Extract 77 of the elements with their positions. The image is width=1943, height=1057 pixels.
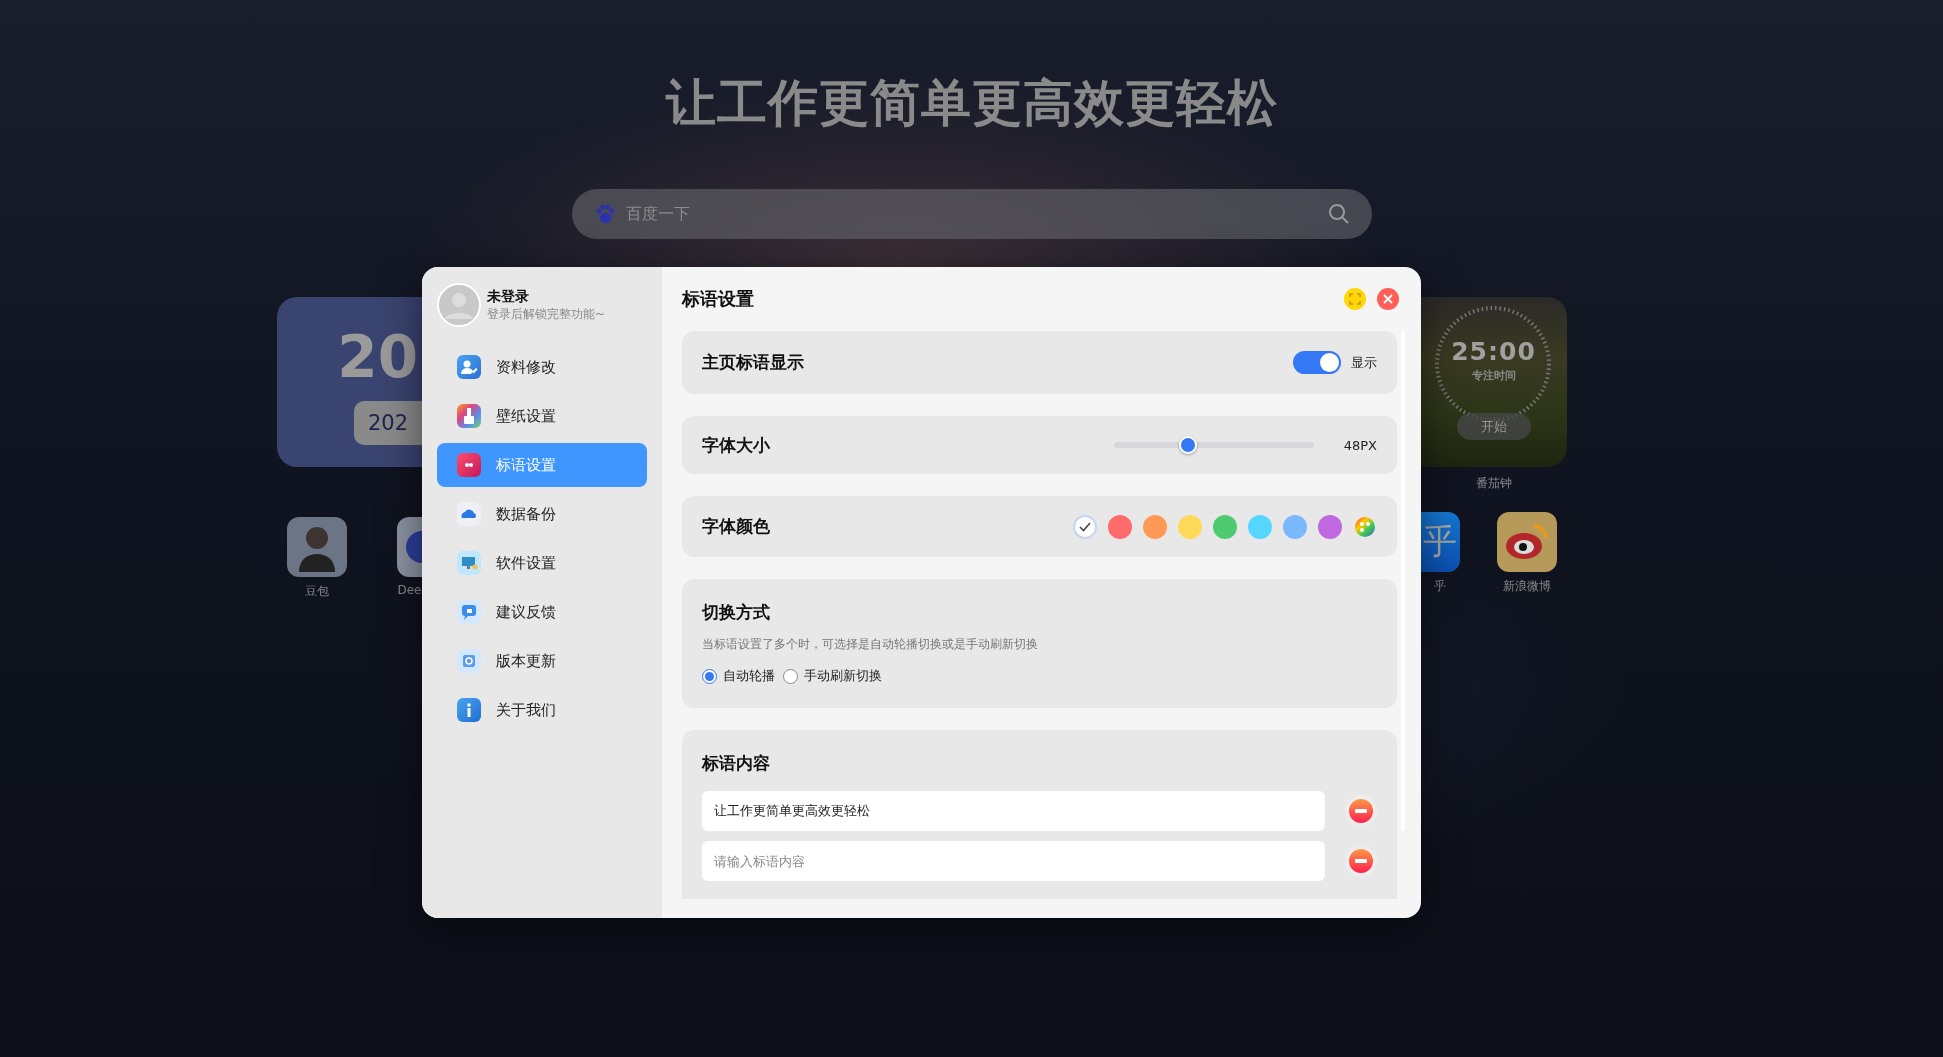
color-swatch[interactable]: [1108, 514, 1132, 539]
person-silhouette-icon[interactable]: [287, 517, 347, 577]
color-swatch[interactable]: [1318, 514, 1342, 539]
setting-title: 切换方式: [702, 601, 771, 624]
menu-item[interactable]: 软件设置: [437, 541, 647, 585]
brush-icon: [457, 404, 481, 428]
menu-label: 资料修改: [496, 357, 556, 377]
menu-label: 数据备份: [496, 504, 556, 524]
setting-title: 标语内容: [702, 752, 771, 775]
radio-option[interactable]: 手动刷新切换: [783, 667, 882, 685]
app-label: 乎: [1434, 578, 1446, 595]
start-button[interactable]: 开始: [1456, 413, 1531, 440]
app-label: Dee: [397, 583, 422, 597]
app-icon-text: 乎: [1423, 520, 1457, 563]
headline: 让工作更简单更高效更轻松: [665, 73, 1278, 134]
menu-item[interactable]: 数据备份: [437, 492, 647, 536]
radio-option[interactable]: 自动轮播: [702, 667, 775, 685]
monitor-icon: [457, 551, 481, 575]
radio-button[interactable]: [783, 668, 798, 684]
menu-item[interactable]: 壁纸设置: [437, 394, 647, 438]
menu-label: 壁纸设置: [496, 406, 556, 426]
widget-label: 番茄钟: [1474, 475, 1513, 492]
timer-text: 25:00: [1451, 337, 1536, 366]
slider-value: 48PX: [1343, 437, 1377, 453]
avatar-icon[interactable]: [437, 283, 481, 327]
setting-description: 当标语设置了多个时，可选择是自动轮播切换或是手动刷新切换: [702, 636, 1039, 653]
check-icon: [1079, 521, 1091, 532]
toggle-switch[interactable]: [1293, 351, 1341, 374]
slider-thumb[interactable]: [1178, 436, 1197, 454]
cloud-icon: [457, 502, 481, 526]
toggle-label: 显示: [1351, 353, 1377, 372]
panel-title: 标语设置: [682, 287, 754, 311]
menu-item[interactable]: 资料修改: [437, 345, 647, 389]
color-swatch[interactable]: [1283, 514, 1307, 539]
color-palette-icon[interactable]: [1353, 514, 1377, 539]
remove-button[interactable]: [1345, 845, 1377, 877]
pomodoro-widget[interactable]: 25:00 专注时间 开始: [1420, 297, 1567, 467]
color-swatch[interactable]: [1248, 514, 1272, 539]
calendar-date: 202: [354, 401, 422, 445]
app-label: 新浪微博: [1503, 578, 1551, 595]
input-field[interactable]: 让工作更简单更高效更轻松: [702, 791, 1326, 831]
setting-title: 字体颜色: [702, 515, 770, 538]
calendar-widget[interactable]: 20 202: [277, 297, 422, 467]
menu-label: 版本更新: [496, 651, 556, 671]
info-icon: [457, 698, 481, 722]
color-swatch[interactable]: [1178, 514, 1202, 539]
app-label: 豆包: [305, 583, 329, 600]
radio-label: 手动刷新切换: [804, 667, 882, 685]
menu-item[interactable]: 关于我们: [437, 688, 647, 732]
fullscreen-icon: [1349, 293, 1361, 305]
radio-label: 自动轮播: [723, 667, 775, 685]
user-name: 未登录: [487, 287, 530, 306]
eye-logo-icon[interactable]: [1497, 512, 1557, 572]
color-swatch[interactable]: [1213, 514, 1237, 539]
close-button[interactable]: [1377, 288, 1399, 310]
timer-caption: 专注时间: [1471, 368, 1516, 383]
close-icon: [1383, 294, 1393, 304]
app-icon[interactable]: [397, 517, 422, 577]
calendar-year: 20: [337, 325, 419, 389]
setting-title: 主页标语显示: [702, 351, 804, 374]
menu-item[interactable]: 版本更新: [437, 639, 647, 683]
remove-button[interactable]: [1345, 795, 1377, 827]
feedback-icon: [457, 600, 481, 624]
radio-button[interactable]: [702, 668, 717, 684]
color-swatch[interactable]: [1073, 514, 1097, 539]
menu-label: 关于我们: [496, 700, 556, 720]
profile-icon: [457, 355, 481, 379]
fullscreen-button[interactable]: [1344, 288, 1366, 310]
login-hint: 登录后解锁完整功能~: [487, 305, 606, 323]
search-icon[interactable]: [1327, 203, 1350, 225]
menu-label: 建议反馈: [496, 602, 556, 622]
menu-label: 标语设置: [496, 455, 556, 475]
menu-item[interactable]: 建议反馈: [437, 590, 647, 634]
menu-label: 软件设置: [496, 553, 556, 573]
setting-title: 字体大小: [702, 433, 770, 457]
color-swatch[interactable]: [1143, 514, 1167, 539]
input-field[interactable]: 请输入标语内容: [702, 841, 1326, 881]
